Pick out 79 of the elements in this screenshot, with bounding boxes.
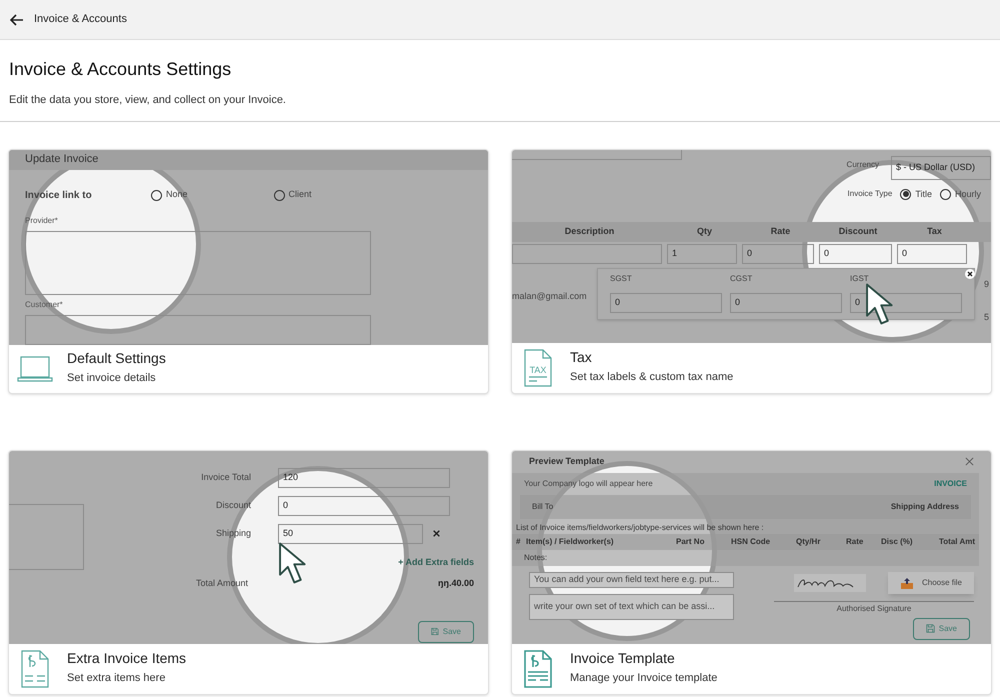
signature-label: Authorised Signature bbox=[836, 602, 912, 614]
close-icon[interactable] bbox=[433, 530, 440, 537]
card-subtitle: Set tax labels & custom tax name bbox=[570, 370, 734, 386]
close-icon[interactable] bbox=[965, 268, 975, 278]
card-title: Extra Invoice Items bbox=[67, 650, 186, 668]
notes-field[interactable] bbox=[9, 504, 84, 570]
field-label: Currency bbox=[846, 158, 879, 170]
signature-drawing bbox=[794, 574, 866, 592]
field-label: Invoice Type bbox=[848, 188, 892, 200]
input-field[interactable]: 0 bbox=[730, 292, 842, 312]
input-field[interactable] bbox=[25, 314, 371, 344]
card-title: Tax bbox=[570, 349, 593, 366]
dollar-document-icon bbox=[524, 650, 552, 688]
card-title: Default Settings bbox=[67, 350, 166, 368]
email-text: malan@gmail.com bbox=[512, 290, 587, 303]
dialog-title: Update Invoice bbox=[25, 152, 98, 168]
back-arrow-icon[interactable] bbox=[10, 14, 24, 26]
input-field[interactable]: 0 bbox=[742, 244, 814, 264]
card-title: Invoice Template bbox=[570, 650, 676, 668]
input-field[interactable]: 120 bbox=[278, 468, 450, 488]
column-header: Rate bbox=[770, 224, 792, 238]
column-header: Part No bbox=[676, 536, 706, 548]
input-field[interactable] bbox=[512, 244, 662, 264]
column-header: Tax bbox=[926, 224, 943, 238]
column-header: HSN Code bbox=[731, 536, 772, 548]
settings-card[interactable] bbox=[511, 450, 992, 694]
cell-value: 9 bbox=[984, 278, 990, 290]
field-label: Invoice link to bbox=[25, 188, 93, 202]
radio-label: Client bbox=[288, 188, 312, 202]
tax-label: SGST bbox=[610, 272, 633, 284]
input-field[interactable] bbox=[512, 150, 682, 160]
input-field[interactable]: 0 bbox=[278, 496, 450, 516]
input-field[interactable]: write your own set of text which can be assi... bbox=[529, 594, 734, 620]
tax-label: CGST bbox=[730, 272, 754, 284]
top-bar-title: Invoice & Accounts bbox=[34, 12, 127, 28]
column-header: Item(s) / Fieldworker(s) bbox=[526, 536, 615, 548]
logo-placeholder-text: Your Company logo will appear here bbox=[524, 478, 653, 490]
shipping-address-label: Shipping Address bbox=[890, 500, 959, 512]
page-subtitle: Edit the data you store, view, and collect on your Invoice. bbox=[9, 93, 287, 108]
input-field[interactable]: 0 bbox=[897, 244, 967, 264]
radio-label: Hourly bbox=[954, 188, 981, 201]
radio-button[interactable] bbox=[940, 188, 951, 200]
input-field[interactable]: 50 bbox=[278, 524, 423, 544]
items-note: List of Invoice items/fieldworkers/jobtype-services will be shown here : bbox=[515, 522, 765, 534]
card-subtitle: Set invoice details bbox=[67, 371, 157, 386]
column-header: Qty/Hr bbox=[796, 536, 822, 548]
tax-label: IGST bbox=[850, 272, 870, 284]
card-subtitle: Manage your Invoice template bbox=[570, 671, 718, 686]
radio-button[interactable] bbox=[151, 190, 162, 200]
input-field[interactable]: 1 bbox=[667, 244, 737, 264]
cell-value: 5 bbox=[984, 311, 990, 324]
column-header: Qty bbox=[696, 224, 713, 238]
input-field[interactable]: You can add your own field text here e.g. put... bbox=[529, 572, 734, 588]
field-label: Invoice Total bbox=[200, 470, 252, 484]
card-subtitle: Set extra items here bbox=[67, 671, 166, 686]
column-header: Discount bbox=[838, 224, 878, 238]
column-header: Description bbox=[564, 224, 616, 238]
laptop-icon bbox=[17, 356, 53, 382]
radio-button[interactable] bbox=[274, 190, 285, 200]
upload-icon bbox=[900, 576, 914, 588]
total-value: ŋŋ.40.00 bbox=[438, 577, 474, 590]
radio-button[interactable] bbox=[900, 188, 912, 200]
dollar-document-icon bbox=[21, 650, 49, 688]
dialog-title: Preview Template bbox=[529, 454, 604, 468]
notes-label: Notes: bbox=[524, 552, 548, 564]
column-header: # bbox=[516, 536, 522, 548]
radio-label: Title bbox=[915, 188, 932, 200]
input-field[interactable] bbox=[25, 230, 371, 294]
radio-label: None bbox=[166, 188, 188, 202]
input-field[interactable]: 0 bbox=[610, 292, 722, 312]
bill-to-label: Bill To bbox=[532, 500, 554, 512]
column-header: Disc (%) bbox=[881, 536, 914, 548]
choose-file-button[interactable]: Choose file bbox=[888, 572, 974, 594]
column-header: Rate bbox=[846, 536, 864, 548]
column-header: Total Amt bbox=[938, 536, 975, 548]
input-field[interactable]: 0 bbox=[819, 244, 892, 264]
field-label: Discount bbox=[214, 498, 252, 512]
page-title: Invoice & Accounts Settings bbox=[9, 58, 232, 81]
document-title: INVOICE bbox=[934, 478, 967, 490]
